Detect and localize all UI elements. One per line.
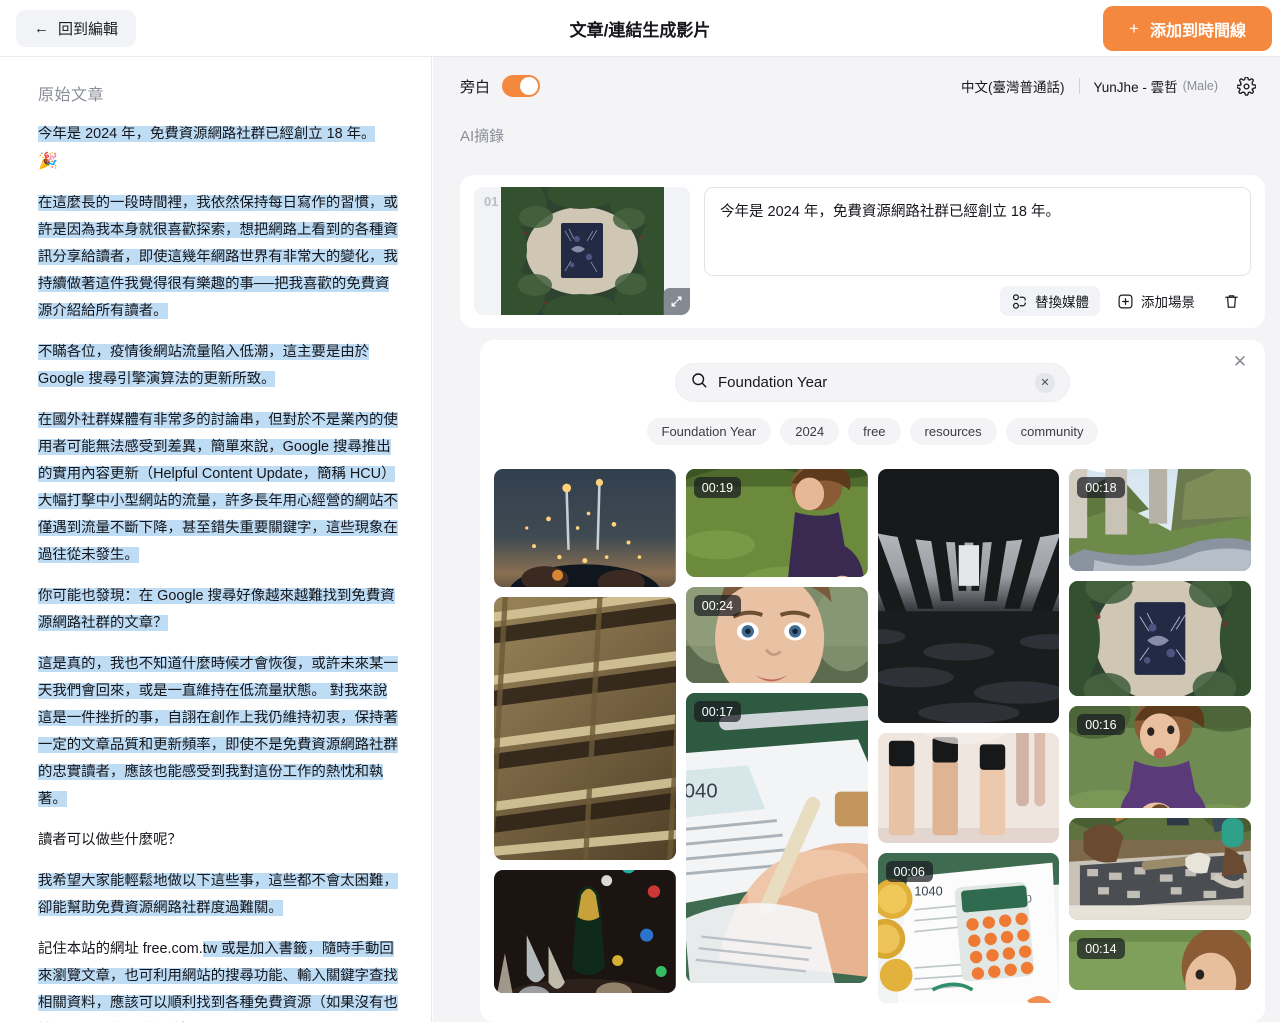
media-thumbnail[interactable]: 00:14: [1069, 930, 1251, 990]
source-article-panel[interactable]: 原始文章 今年是 2024 年，免費資源網路社群已經創立 18 年。 🎉 在這麼長的…: [0, 57, 432, 1022]
scene-index: 01: [484, 194, 499, 209]
scene-text-input[interactable]: 今年是 2024 年，免費資源網路社群已經創立 18 年。: [704, 187, 1251, 276]
media-swap-icon: [1011, 293, 1028, 310]
media-column: [494, 469, 676, 1022]
media-tag[interactable]: Foundation Year: [646, 418, 772, 445]
article-paragraph: 在國外社群媒體有非常多的討論串，但對於不是業內的使用者可能無法感受到差異，簡單來…: [38, 407, 399, 569]
media-search-box[interactable]: ✕: [675, 363, 1070, 402]
article-paragraph: 今年是 2024 年，免費資源網路社群已經創立 18 年。 🎉: [38, 121, 399, 176]
svg-text:1040: 1040: [914, 883, 942, 898]
duration-badge: 00:18: [1077, 477, 1125, 498]
article-paragraph: 不瞞各位，疫情後網站流量陷入低潮，這主要是由於 Google 搜尋引擎演算法的更…: [38, 339, 399, 393]
media-tag-list: Foundation Year 2024 free resources communit…: [480, 418, 1265, 445]
trash-icon: [1223, 293, 1240, 310]
emoji: 🎉: [38, 153, 58, 170]
back-to-edit-label: 回到編輯: [58, 20, 119, 38]
close-icon[interactable]: ✕: [1228, 350, 1252, 374]
svg-text:1040: 1040: [686, 780, 718, 802]
media-thumbnail[interactable]: 1040 00:17: [685, 693, 868, 983]
duration-badge: 00:14: [1077, 938, 1125, 959]
add-scene-button[interactable]: 添加場景: [1106, 286, 1206, 316]
scene-content: 今年是 2024 年，免費資源網路社群已經創立 18 年。 替換媒體 添加場景: [704, 187, 1251, 316]
voice-settings-group: 中文(臺灣普通話) YunJhe - 雲哲 (Male): [961, 74, 1258, 98]
add-to-timeline-label: 添加到時間線: [1149, 22, 1246, 40]
source-article-heading: 原始文章: [38, 87, 105, 104]
scene-thumbnail-image: [500, 187, 664, 315]
highlighted-text: 你可能也發現：在 Google 搜尋好像越來越難找到免費資源網路社群的文章？: [38, 588, 395, 631]
media-thumbnail[interactable]: 00:19: [685, 469, 868, 577]
voice-name[interactable]: YunJhe - 雲哲: [1080, 76, 1178, 96]
media-tag[interactable]: free: [848, 418, 901, 445]
media-thumbnail[interactable]: [1069, 818, 1251, 920]
add-to-timeline-button[interactable]: + 添加到時間線: [1103, 6, 1272, 51]
media-thumbnail[interactable]: 1040 20 00:06: [877, 853, 1060, 1003]
media-thumbnail[interactable]: [1069, 581, 1251, 696]
plus-box-icon: [1117, 293, 1134, 310]
replace-media-button[interactable]: 替換媒體: [1000, 286, 1100, 316]
media-column: 00:18 00:16 00:14: [1069, 469, 1251, 1022]
scene-thumbnail-wrapper[interactable]: 01: [474, 187, 690, 315]
page-title: 文章/連結生成影片: [569, 20, 711, 40]
gear-icon[interactable]: [1234, 74, 1258, 98]
back-to-edit-button[interactable]: ← 回到編輯: [16, 9, 137, 47]
media-thumbnail[interactable]: [877, 733, 1060, 843]
article-paragraph: 你可能也發現：在 Google 搜尋好像越來越難找到免費資源網路社群的文章？: [38, 583, 399, 637]
media-search-row: ✕: [480, 340, 1265, 402]
media-thumbnail[interactable]: 00:16: [1069, 706, 1251, 808]
scene-action-bar: 替換媒體 添加場景: [704, 286, 1251, 316]
plus-icon: +: [1129, 19, 1139, 38]
media-tag[interactable]: 2024: [780, 418, 840, 445]
duration-badge: 00:06: [885, 861, 933, 882]
article-paragraph: 我希望大家能輕鬆地做以下這些事，這些都不會太困難，卻能幫助免費資源網路社群度過難…: [38, 868, 399, 922]
article-paragraph: 在這麼長的一段時間裡，我依然保持每日寫作的習慣，或許是因為我本身就很喜歡探索，想…: [38, 190, 399, 325]
media-library-panel: ✕ ✕ Foundation Year 2024 free resources comm…: [480, 340, 1265, 1022]
article-paragraph: 讀者可以做些什麼呢？: [38, 832, 182, 848]
highlighted-text: 今年是 2024 年，免費資源網路社群已經創立 18 年。: [38, 126, 376, 142]
article-paragraph: 這是真的，我也不知道什麼時候才會恢復，或許未來某一天我們會回來，或是一直維持在低…: [38, 651, 399, 813]
duration-badge: 00:24: [693, 595, 742, 616]
highlighted-text: 在國外社群媒體有非常多的討論串，但對於不是業內的使用者可能無法感受到差異，簡單來…: [38, 412, 398, 563]
delete-scene-button[interactable]: [1212, 286, 1251, 316]
media-thumbnail[interactable]: 00:18: [1069, 469, 1251, 571]
highlighted-text: 不瞞各位，疫情後網站流量陷入低潮，這主要是由於 Google 搜尋引擎演算法的更…: [38, 344, 369, 387]
media-column: 00:19 00:24 1040 00:17: [685, 469, 868, 1022]
media-thumbnail[interactable]: [494, 597, 676, 860]
voiceover-label: 旁白: [460, 78, 491, 96]
scene-card: 01 今年是 2024 年，免費資源網路社群已經創立 18 年。 替換媒體 添加…: [460, 175, 1265, 328]
article-body: 今年是 2024 年，免費資源網路社群已經創立 18 年。 🎉 在這麼長的一段時間裡…: [38, 121, 399, 1022]
ai-summary-heading: AI摘錄: [460, 128, 505, 145]
media-grid: 00:19 00:24 1040 00:17: [480, 445, 1265, 1022]
replace-media-label: 替換媒體: [1035, 295, 1089, 310]
voiceover-toggle[interactable]: [502, 75, 541, 97]
duration-badge: 00:16: [1077, 714, 1125, 735]
voice-gender: (Male): [1182, 79, 1218, 93]
add-scene-label: 添加場景: [1141, 295, 1195, 310]
search-icon: [690, 371, 708, 394]
media-thumbnail[interactable]: [877, 469, 1060, 723]
highlighted-text: 這是真的，我也不知道什麼時候才會恢復，或許未來某一天我們會回來，或是一直維持在低…: [38, 656, 398, 807]
duration-badge: 00:17: [693, 701, 742, 722]
media-thumbnail[interactable]: 00:24: [685, 587, 868, 683]
media-tag[interactable]: community: [1005, 418, 1099, 445]
media-thumbnail[interactable]: [494, 870, 676, 993]
article-paragraph: 記住本站的網址 free.com.tw 或是加入書籤，隨時手動回來瀏覽文章，也可…: [38, 936, 399, 1022]
highlighted-text: 我希望大家能輕鬆地做以下這些事，這些都不會太困難，卻能幫助免費資源網路社群度過難…: [38, 873, 398, 916]
back-arrow-icon: ←: [34, 19, 49, 37]
media-search-input[interactable]: [718, 374, 1025, 391]
top-bar: ← 回到編輯 文章/連結生成影片 + 添加到時間線: [0, 0, 1280, 57]
duration-badge: 00:19: [693, 477, 742, 498]
highlighted-text: 在這麼長的一段時間裡，我依然保持每日寫作的習慣，或許是因為我本身就很喜歡探索，想…: [38, 195, 398, 319]
clear-search-icon[interactable]: ✕: [1035, 372, 1055, 393]
expand-arrows-icon[interactable]: [663, 288, 690, 315]
voice-language[interactable]: 中文(臺灣普通話): [961, 76, 1079, 96]
voiceover-row: 旁白 中文(臺灣普通話) YunJhe - 雲哲 (Male): [433, 57, 1280, 115]
media-thumbnail[interactable]: [494, 469, 676, 587]
media-tag[interactable]: resources: [909, 418, 997, 445]
media-column: 1040 20 00:06: [877, 469, 1060, 1022]
